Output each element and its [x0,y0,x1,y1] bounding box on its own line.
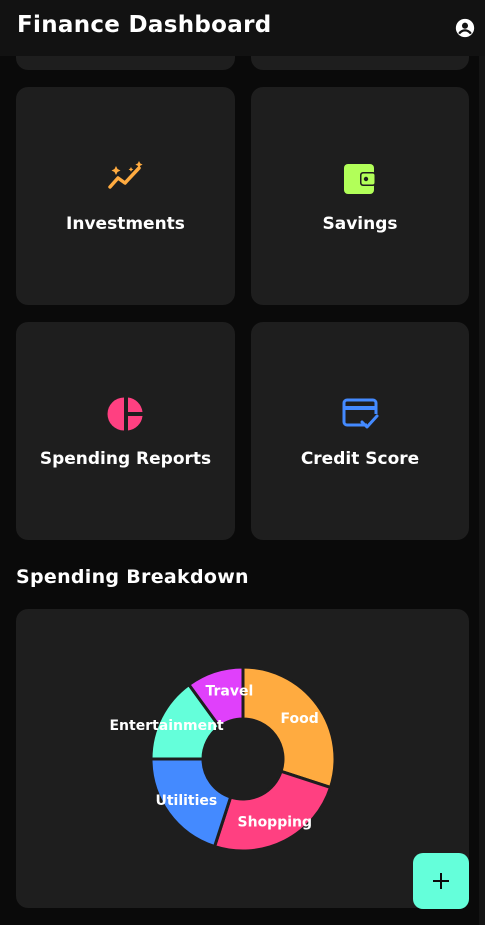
donut-label-food: Food [280,711,318,727]
donut-slice-shopping[interactable] [212,769,333,853]
wallet-icon [344,164,376,194]
app-title: Finance Dashboard [17,12,272,38]
spending-donut-chart: Food Shopping Utilities Entertainment Travel [109,665,337,853]
app-bar: Finance Dashboard [0,0,485,56]
savings-label: Savings [322,214,398,234]
investments-label: Investments [66,214,185,234]
donut-label-shopping: Shopping [238,814,313,830]
spending-reports-card[interactable]: Spending Reports [16,322,235,540]
trending-up-icon [107,161,143,189]
spending-chart-card: Food Shopping Utilities Entertainment Travel [16,609,469,908]
donut-label-entertainment: Entertainment [109,718,224,734]
scrollbar[interactable] [479,56,485,925]
savings-card[interactable]: Savings [251,87,469,305]
spending-reports-label: Spending Reports [39,449,212,469]
credit-score-icon [342,398,379,429]
donut-slice-food[interactable] [241,665,337,790]
donut-label-travel: Travel [205,683,253,699]
credit-score-label: Credit Score [300,449,420,469]
donut-label-utilities: Utilities [155,793,217,809]
credit-score-card[interactable]: Credit Score [251,322,469,540]
plus-icon [433,873,449,889]
investments-card[interactable]: Investments [16,87,235,305]
add-button[interactable] [413,853,469,909]
spending-breakdown-title: Spending Breakdown [16,566,249,588]
account-circle-icon[interactable] [454,17,476,39]
pie-chart-icon [107,397,142,431]
